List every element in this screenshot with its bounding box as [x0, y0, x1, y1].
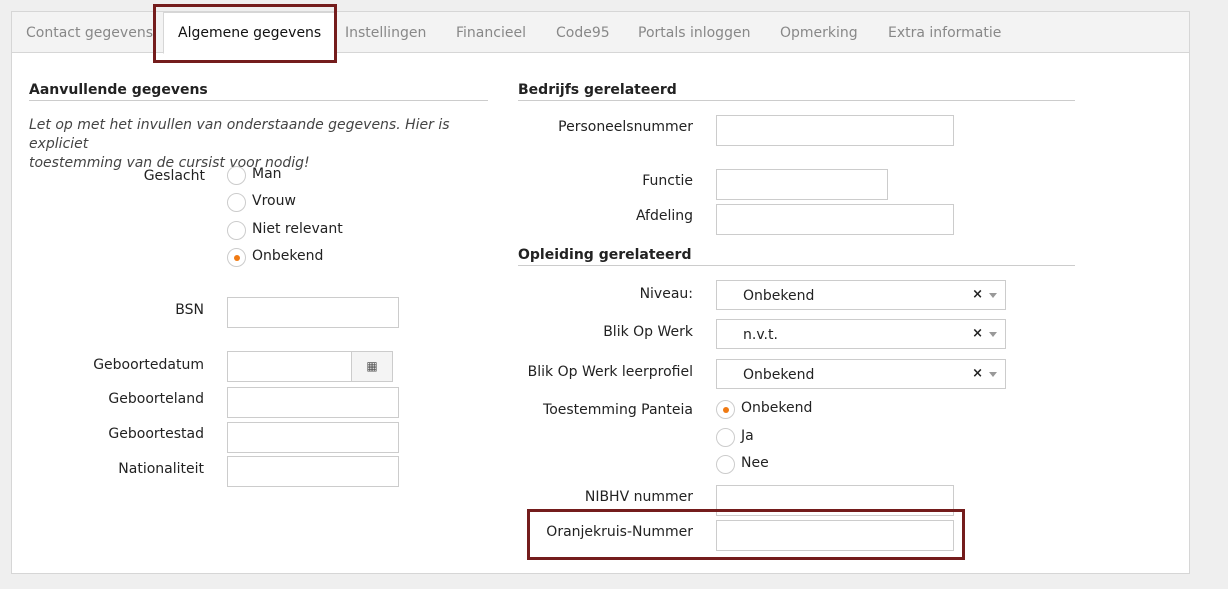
section-title-aanvullende-gegevens: Aanvullende gegevens [29, 82, 488, 101]
chevron-down-icon[interactable] [989, 332, 997, 337]
birth-city-input[interactable] [227, 422, 399, 453]
blik-op-werk-select[interactable]: n.v.t. × [716, 319, 1006, 349]
blik-op-werk-leerprofiel-label: Blik Op Werk leerprofiel [527, 364, 693, 380]
birth-city-label: Geboortestad [108, 426, 204, 442]
gender-radio-vrouw[interactable] [227, 193, 246, 212]
section-title-opleiding-gerelateerd: Opleiding gerelateerd [518, 247, 1075, 266]
panteia-radio-ja[interactable] [716, 428, 735, 447]
department-input[interactable] [716, 204, 954, 235]
tab-instellingen[interactable]: Instellingen [345, 25, 426, 41]
tab-portals-inloggen[interactable]: Portals inloggen [638, 25, 750, 41]
gender-label: Geslacht [143, 168, 205, 184]
panteia-radio-nee[interactable] [716, 455, 735, 474]
clear-icon[interactable]: × [972, 287, 983, 302]
nibhv-input[interactable] [716, 485, 954, 516]
panteia-radio-onbekend[interactable] [716, 400, 735, 419]
blik-op-werk-leerprofiel-select[interactable]: Onbekend × [716, 359, 1006, 389]
privacy-note: Let op met het invullen van onderstaande… [29, 116, 499, 173]
oranjekruis-input[interactable] [716, 520, 954, 551]
gender-option-label: Onbekend [252, 248, 324, 264]
clear-icon[interactable]: × [972, 326, 983, 341]
section-title-bedrijfs-gerelateerd: Bedrijfs gerelateerd [518, 82, 1075, 101]
birth-country-input[interactable] [227, 387, 399, 418]
tab-extra-informatie[interactable]: Extra informatie [888, 25, 1001, 41]
gender-radio-niet-relevant[interactable] [227, 221, 246, 240]
tab-contact-gegevens[interactable]: Contact gegevens [26, 25, 153, 41]
calendar-button[interactable]: ▦ [351, 351, 393, 382]
gender-radio-man[interactable] [227, 166, 246, 185]
gender-option-label: Niet relevant [252, 221, 343, 237]
birthdate-label: Geboortedatum [93, 357, 204, 373]
nationality-input[interactable] [227, 456, 399, 487]
panteia-consent-label: Toestemming Panteia [543, 402, 693, 418]
tab-algemene-gegevens[interactable]: Algemene gegevens [163, 12, 337, 54]
function-label: Functie [642, 173, 693, 189]
privacy-note-line-1: Let op met het invullen van onderstaande… [29, 117, 450, 152]
blik-op-werk-leerprofiel-select-value: Onbekend [743, 367, 815, 383]
panteia-option-label: Ja [741, 428, 754, 444]
bsn-label: BSN [175, 302, 204, 318]
level-select-value: Onbekend [743, 288, 815, 304]
panteia-option-label: Onbekend [741, 400, 813, 416]
gender-option-label: Man [252, 166, 282, 182]
department-label: Afdeling [635, 208, 693, 224]
nationality-label: Nationaliteit [118, 461, 204, 477]
employee-number-input[interactable] [716, 115, 954, 146]
tab-financieel[interactable]: Financieel [456, 25, 526, 41]
blik-op-werk-select-value: n.v.t. [743, 327, 778, 343]
function-input[interactable] [716, 169, 888, 200]
tab-code95[interactable]: Code95 [556, 25, 610, 41]
gender-radio-onbekend[interactable] [227, 248, 246, 267]
oranjekruis-label: Oranjekruis-Nummer [546, 524, 693, 540]
tab-bar: Contact gegevens Algemene gegevens Inste… [12, 12, 1189, 54]
blik-op-werk-label: Blik Op Werk [603, 324, 693, 340]
nibhv-label: NIBHV nummer [584, 489, 693, 505]
panteia-option-label: Nee [741, 455, 769, 471]
bsn-input[interactable] [227, 297, 399, 328]
birth-country-label: Geboorteland [108, 391, 204, 407]
gender-option-label: Vrouw [252, 193, 296, 209]
chevron-down-icon[interactable] [989, 372, 997, 377]
calendar-icon: ▦ [366, 359, 378, 373]
clear-icon[interactable]: × [972, 366, 983, 381]
birthdate-input[interactable] [227, 351, 352, 382]
level-label: Niveau: [639, 286, 693, 302]
tab-opmerking[interactable]: Opmerking [780, 25, 858, 41]
chevron-down-icon[interactable] [989, 293, 997, 298]
employee-number-label: Personeelsnummer [558, 119, 693, 135]
level-select[interactable]: Onbekend × [716, 280, 1006, 310]
